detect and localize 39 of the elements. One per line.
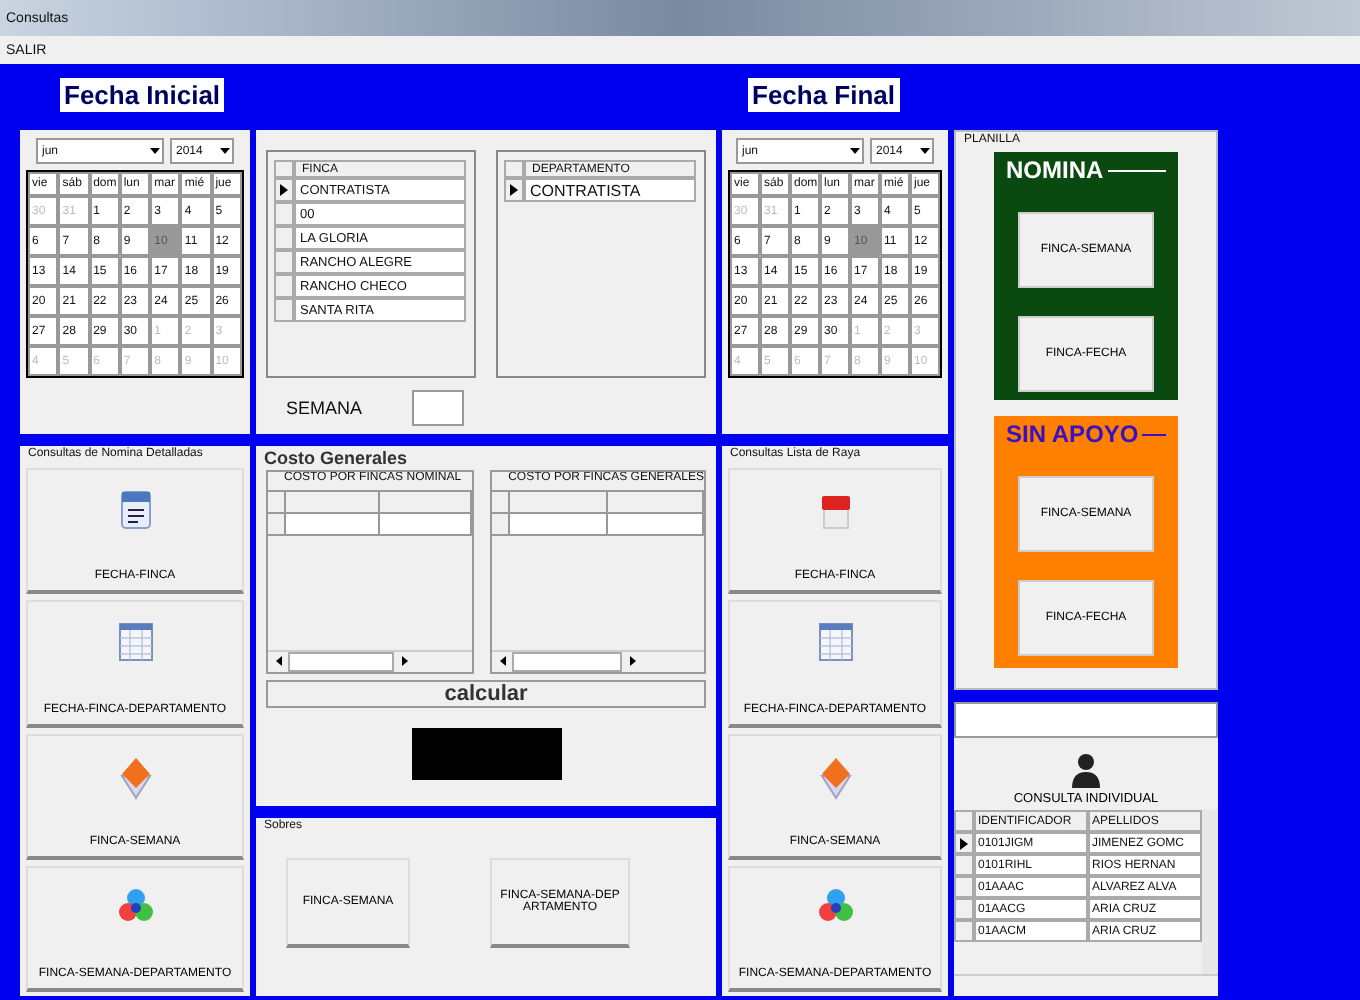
row-header[interactable] (504, 178, 524, 202)
horizontal-scrollbar[interactable] (492, 650, 704, 672)
scroll-left-icon[interactable] (499, 655, 506, 665)
section-heading: Fecha Inicial (60, 77, 225, 111)
search-field[interactable] (954, 702, 1218, 738)
row-header[interactable] (954, 832, 974, 854)
group-title: SIN APOYO (1006, 420, 1143, 448)
section-heading: Fecha Final (748, 77, 900, 111)
field-label: SEMANA (286, 398, 363, 418)
gem-icon (117, 755, 153, 799)
scroll-right-icon[interactable] (401, 655, 408, 665)
table-icon (117, 622, 153, 663)
person-icon (1070, 752, 1102, 788)
calcular-button[interactable]: calcular (266, 680, 706, 708)
group-title: NOMINA (1006, 156, 1108, 184)
circles-icon (817, 887, 853, 924)
current-row-icon (280, 184, 288, 196)
grid-corner (954, 810, 974, 832)
horizontal-scrollbar[interactable] (268, 650, 473, 672)
vertical-scrollbar[interactable] (1202, 810, 1218, 976)
gem-icon (817, 755, 853, 799)
scroll-left-icon[interactable] (275, 655, 281, 665)
scroll-right-icon[interactable] (629, 655, 636, 665)
table-icon (817, 622, 853, 663)
dropdown-icon (849, 148, 859, 154)
current-row-icon (510, 184, 518, 196)
circles-icon (117, 887, 153, 924)
dropdown-icon (219, 148, 229, 154)
document-icon (819, 490, 851, 530)
group-title: Costo Generales (264, 448, 412, 468)
grid-corner (274, 160, 294, 178)
dropdown-icon (919, 148, 929, 154)
current-row-icon (960, 837, 968, 849)
row-header[interactable] (274, 178, 294, 202)
table-cell[interactable]: CONTRATISTA (524, 178, 696, 202)
calendar-icon (119, 490, 151, 530)
grid-corner (504, 160, 524, 178)
semana-field[interactable] (412, 390, 465, 426)
dropdown-icon (149, 148, 159, 154)
